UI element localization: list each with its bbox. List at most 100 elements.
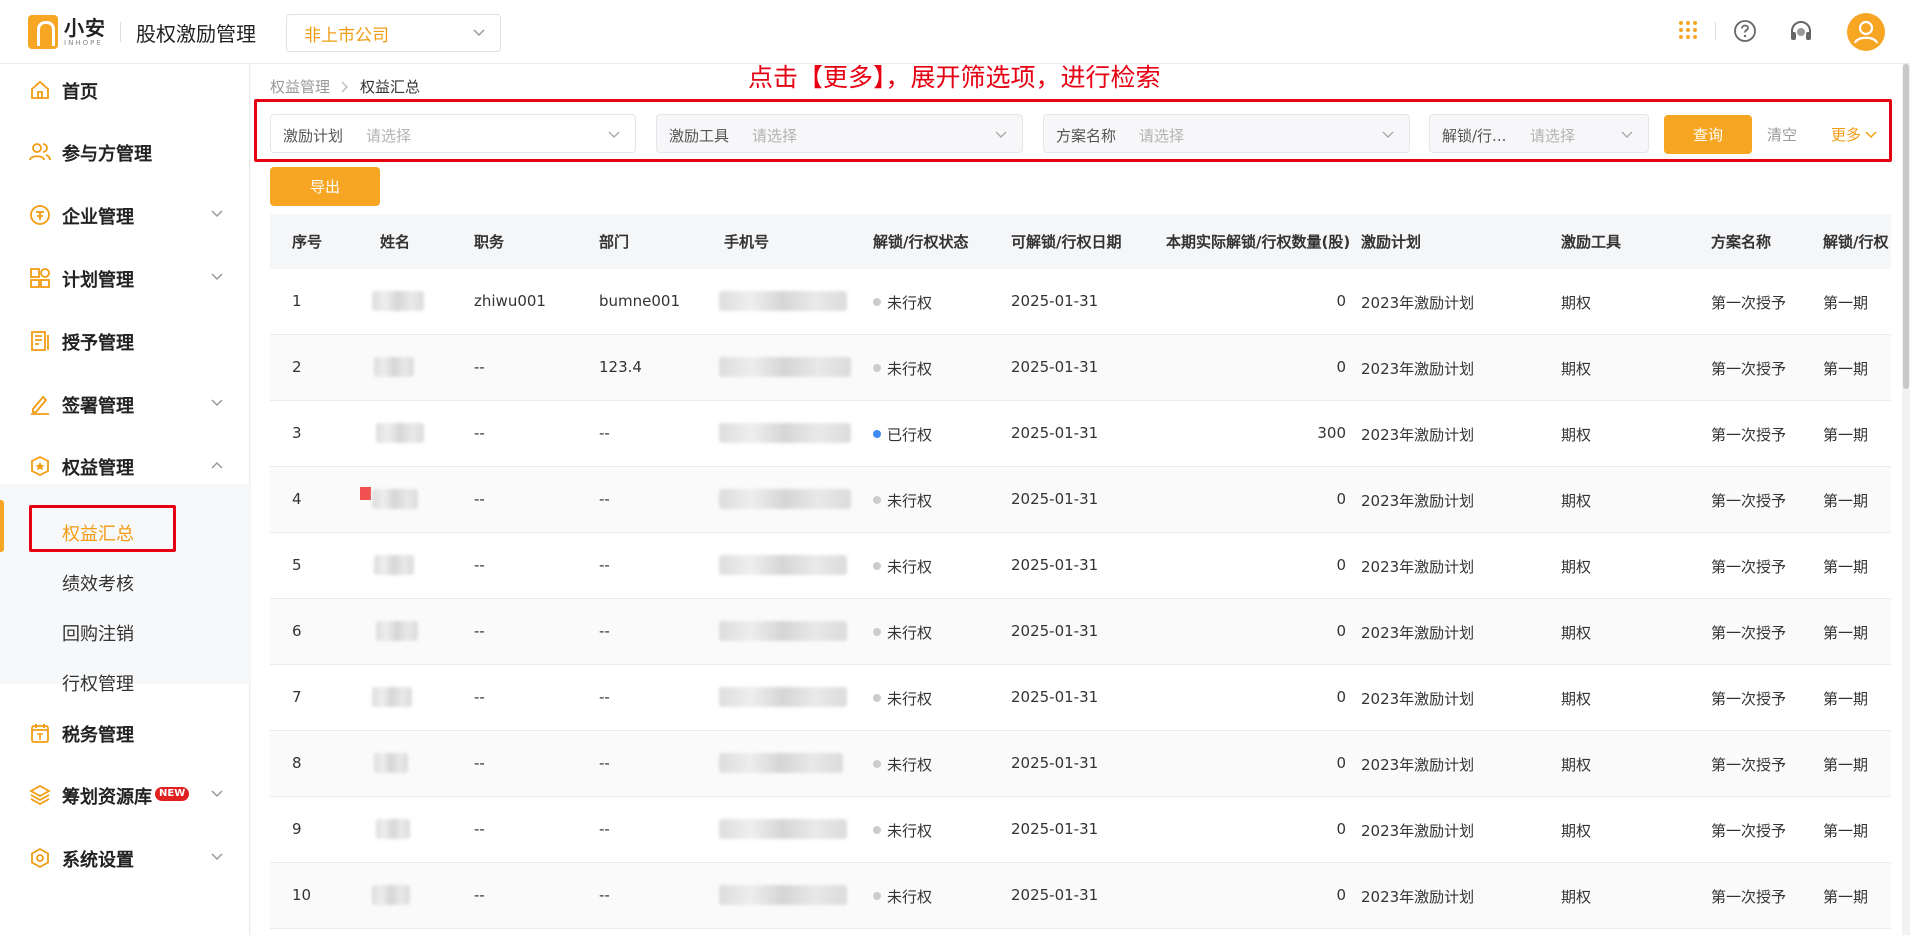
logo-sub: INHOPE — [64, 38, 103, 47]
cell-phone-redacted — [719, 423, 851, 443]
sidebar: 首页 参与方管理 企业管理 计划管理 授予管理 签署管理 权益管理 权益汇总 绩… — [0, 64, 250, 935]
user-avatar-icon[interactable] — [1847, 13, 1885, 51]
sidebar-item-resources[interactable]: 筹划资源库 NEW — [0, 769, 250, 821]
col-header: 解锁/行权 — [1823, 233, 1889, 251]
support-headset-icon[interactable] — [1788, 19, 1814, 45]
status-dot-icon — [873, 561, 881, 570]
sidebar-item-tax[interactable]: 税务管理 — [0, 707, 250, 759]
cell-quantity: 0 — [1336, 754, 1346, 772]
cell-scheme: 第一次授予 — [1711, 492, 1787, 510]
annotation-highlight-box — [29, 505, 176, 552]
cell-date: 2025-01-31 — [1011, 622, 1099, 640]
sidebar-item-plan[interactable]: 计划管理 — [0, 252, 250, 304]
cell-phone-redacted — [719, 885, 847, 905]
breadcrumb-parent[interactable]: 权益管理 — [270, 76, 330, 97]
cell-name-redacted — [376, 423, 424, 443]
cell-date: 2025-01-31 — [1011, 754, 1099, 772]
table-row[interactable]: 2 -- 123.4 未行权 2025-01-31 0 2023年激励计划 期权 第一次授予 第一… — [270, 335, 1891, 401]
cell-no: 10 — [292, 886, 312, 904]
cell-tool: 期权 — [1561, 558, 1592, 576]
submenu-item-buyback[interactable]: 回购注销 — [62, 620, 134, 646]
scrollbar-thumb[interactable] — [1903, 64, 1909, 389]
status-text: 未行权 — [887, 888, 933, 906]
table-row[interactable]: 7 -- -- 未行权 2025-01-31 0 2023年激励计划 期权 第一次授予 第一期 — [270, 665, 1891, 731]
submenu-item-performance[interactable]: 绩效考核 — [62, 570, 134, 596]
export-button[interactable]: 导出 — [270, 167, 380, 206]
cell-no: 8 — [292, 754, 302, 772]
cell-scheme: 第一次授予 — [1711, 888, 1787, 906]
chevron-down-icon — [211, 790, 223, 798]
cell-title: -- — [474, 754, 485, 772]
col-header: 解锁/行权状态 — [873, 233, 969, 251]
submenu-item-exercise[interactable]: 行权管理 — [62, 670, 134, 696]
cell-title: -- — [474, 424, 485, 442]
filter-unlock-status[interactable]: 解锁/行... 请选择 — [1429, 114, 1649, 153]
apps-grid-icon[interactable] — [1677, 19, 1699, 41]
cell-plan: 2023年激励计划 — [1361, 558, 1475, 576]
table-row[interactable]: 1 zhiwu001 bumne001 未行权 2025-01-31 0 2023年激励计划… — [270, 269, 1891, 335]
chevron-down-icon — [995, 131, 1007, 138]
status-text: 未行权 — [887, 756, 933, 774]
filter-scheme-name[interactable]: 方案名称 请选择 — [1043, 114, 1410, 153]
filter-incentive-plan[interactable]: 激励计划 请选择 — [270, 114, 636, 153]
table-row[interactable]: 4 -- -- 未行权 2025-01-31 0 2023年激励计划 期权 第一次授予 第一期 — [270, 467, 1891, 533]
status-text: 已行权 — [887, 426, 933, 444]
cell-status: 未行权 — [873, 292, 932, 313]
table-row[interactable]: 6 -- -- 未行权 2025-01-31 0 2023年激励计划 期权 第一次授予 第一期 — [270, 599, 1891, 665]
cell-scheme: 第一次授予 — [1711, 624, 1787, 642]
breadcrumb-current: 权益汇总 — [360, 78, 421, 96]
table-row[interactable]: 3 -- -- 已行权 2025-01-31 300 2023年激励计划 期权 第一次授予 第一期 — [270, 401, 1891, 467]
cell-dept: -- — [599, 688, 610, 706]
sidebar-item-label: 权益管理 — [62, 458, 134, 479]
cell-date: 2025-01-31 — [1011, 820, 1099, 838]
cell-status: 未行权 — [873, 490, 932, 511]
logo[interactable]: 小安 INHOPE — [28, 14, 106, 50]
cell-status: 未行权 — [873, 622, 932, 643]
query-button[interactable]: 查询 — [1664, 115, 1752, 154]
cell-name-redacted — [372, 885, 410, 905]
cell-name-redacted — [374, 357, 414, 377]
cell-status: 未行权 — [873, 754, 932, 775]
table-row[interactable]: 8 -- -- 未行权 2025-01-31 0 2023年激励计划 期权 第一次授予 第一期 — [270, 731, 1891, 797]
cell-plan: 2023年激励计划 — [1361, 888, 1475, 906]
table-row[interactable]: 9 -- -- 未行权 2025-01-31 0 2023年激励计划 期权 第一次授予 第一期 — [270, 797, 1891, 863]
cell-period: 第一期 — [1823, 624, 1869, 642]
cell-dept: -- — [599, 622, 610, 640]
equity-table: 序号 姓名 职务 部门 手机号 解锁/行权状态 可解锁/行权日期 本期实际解锁/… — [270, 214, 1891, 935]
col-header: 手机号 — [724, 233, 770, 251]
annotation-text: 点击【更多】，展开筛选项，进行检索 — [748, 63, 1161, 92]
cell-period: 第一期 — [1823, 294, 1869, 312]
more-filters-button[interactable]: 更多 — [1831, 124, 1877, 145]
chevron-down-icon — [211, 210, 223, 218]
sidebar-item-grant[interactable]: 授予管理 — [0, 315, 250, 367]
sidebar-item-enterprise[interactable]: 企业管理 — [0, 189, 250, 241]
cell-phone-redacted — [719, 687, 847, 707]
sidebar-item-signing[interactable]: 签署管理 — [0, 378, 250, 430]
cell-date: 2025-01-31 — [1011, 424, 1099, 442]
cell-dept: -- — [599, 820, 610, 838]
sidebar-item-settings[interactable]: 系统设置 — [0, 832, 250, 884]
table-row[interactable]: 10 -- -- 未行权 2025-01-31 0 2023年激励计划 期权 第一次授予 第一期 — [270, 863, 1891, 929]
vertical-scrollbar[interactable] — [1902, 64, 1910, 935]
cell-title: -- — [474, 358, 485, 376]
filter-incentive-tool[interactable]: 激励工具 请选择 — [656, 114, 1023, 153]
table-row[interactable]: 5 -- -- 未行权 2025-01-31 0 2023年激励计划 期权 第一次授予 第一期 — [270, 533, 1891, 599]
help-icon[interactable] — [1733, 19, 1757, 43]
sidebar-item-label: 税务管理 — [62, 725, 134, 746]
cell-scheme: 第一次授予 — [1711, 756, 1787, 774]
cell-plan: 2023年激励计划 — [1361, 624, 1475, 642]
company-type-select[interactable]: 非上市公司 — [286, 14, 501, 52]
sidebar-item-label: 授予管理 — [62, 333, 134, 354]
filter-placeholder: 请选择 — [752, 127, 798, 145]
cell-phone-redacted — [719, 819, 847, 839]
cell-no: 4 — [292, 490, 302, 508]
clear-button[interactable]: 清空 — [1767, 124, 1797, 145]
cell-quantity: 0 — [1336, 292, 1346, 310]
sidebar-item-home[interactable]: 首页 — [0, 64, 250, 116]
sidebar-item-participants[interactable]: 参与方管理 — [0, 126, 250, 178]
chevron-down-icon — [1621, 131, 1633, 138]
cell-status: 未行权 — [873, 688, 932, 709]
cell-status: 未行权 — [873, 556, 932, 577]
app-title: 股权激励管理 — [136, 22, 256, 46]
cell-plan: 2023年激励计划 — [1361, 426, 1475, 444]
